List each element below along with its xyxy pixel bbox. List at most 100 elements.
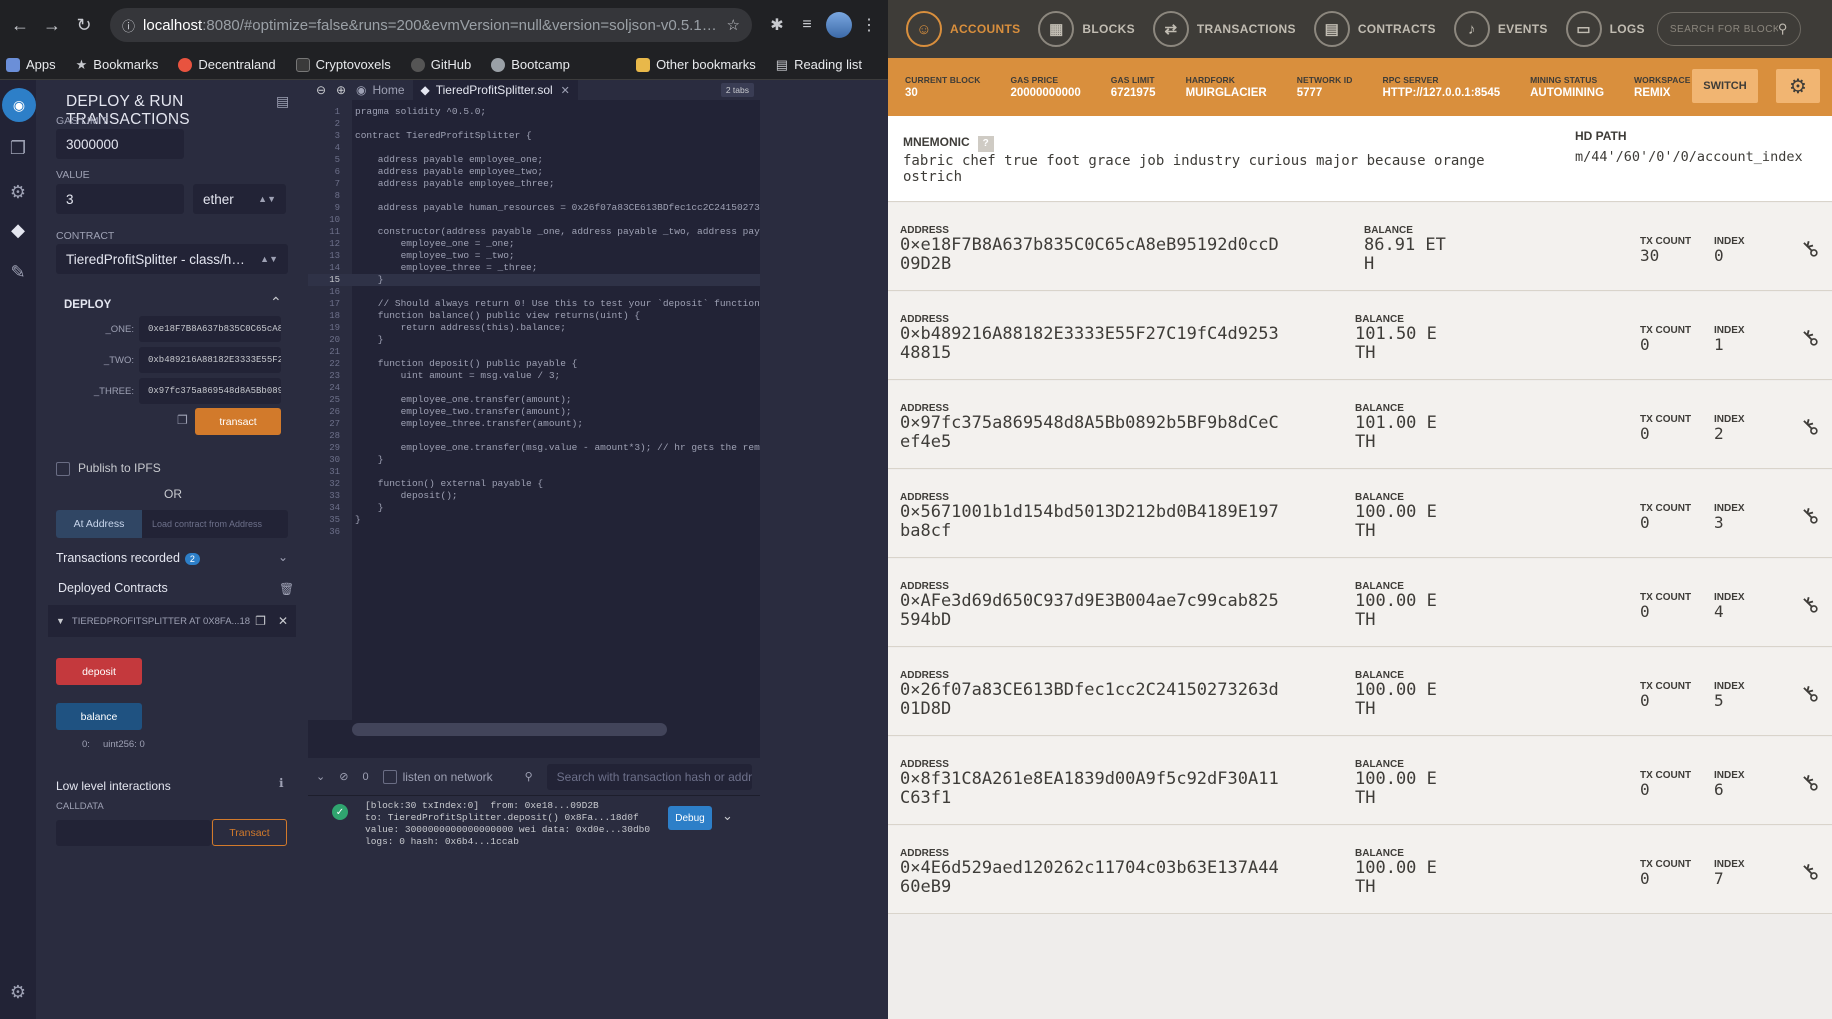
close-icon[interactable]: ✕ bbox=[278, 614, 288, 628]
nav-accounts[interactable]: ☺ ACCOUNTS bbox=[900, 0, 1032, 58]
settings-gear-icon[interactable]: ⚙ bbox=[1776, 69, 1820, 103]
expand-log-icon[interactable]: ⌄ bbox=[722, 808, 733, 824]
code-line[interactable]: 6 address payable employee_two; bbox=[308, 166, 760, 178]
file-explorer-icon[interactable]: ❐ bbox=[6, 136, 30, 160]
remix-logo-icon[interactable]: ◉ bbox=[2, 88, 36, 122]
trash-icon[interactable]: 🗑 bbox=[279, 582, 294, 596]
code-line[interactable]: 3 contract TieredProfitSplitter { bbox=[308, 130, 760, 142]
code-line[interactable]: 2 bbox=[308, 118, 760, 130]
gas-limit-input[interactable]: 3000000 bbox=[56, 129, 184, 159]
docs-icon[interactable]: ▤ bbox=[276, 93, 289, 110]
key-icon[interactable]: ⚷ bbox=[1795, 590, 1825, 620]
listen-network-checkbox[interactable] bbox=[382, 769, 397, 784]
load-contract-input[interactable]: Load contract from Address bbox=[142, 510, 288, 538]
tab-file[interactable]: ◆ TieredProfitSplitter.sol ✕ bbox=[412, 80, 578, 100]
copy-calldata-icon[interactable]: ❐ bbox=[177, 413, 188, 427]
code-line[interactable]: 19 return address(this).balance; bbox=[308, 322, 760, 334]
zoom-out-icon[interactable]: ⊖ bbox=[314, 83, 328, 97]
code-line[interactable]: 5 address payable employee_one; bbox=[308, 154, 760, 166]
key-icon[interactable]: ⚷ bbox=[1795, 768, 1825, 798]
nav-contracts[interactable]: ▤ CONTRACTS bbox=[1308, 0, 1448, 58]
deploy-section-header[interactable]: DEPLOY bbox=[64, 299, 111, 311]
deploy-run-icon[interactable]: ◆ bbox=[6, 218, 30, 242]
deposit-button[interactable]: deposit bbox=[56, 658, 142, 685]
code-line[interactable]: 20 } bbox=[308, 334, 760, 346]
close-tab-icon[interactable]: ✕ bbox=[561, 84, 570, 97]
code-line[interactable]: 4 bbox=[308, 142, 760, 154]
code-line[interactable]: 30 } bbox=[308, 454, 760, 466]
code-line[interactable]: 13 employee_two = _two; bbox=[308, 250, 760, 262]
transactions-recorded-header[interactable]: Transactions recorded 2 bbox=[56, 551, 200, 565]
value-input[interactable]: 3 bbox=[56, 184, 184, 214]
calldata-input[interactable] bbox=[56, 820, 211, 846]
bookmark-other[interactable]: Other bookmarks bbox=[636, 57, 756, 72]
debug-button[interactable]: Debug bbox=[668, 806, 712, 830]
key-icon[interactable]: ⚷ bbox=[1795, 412, 1825, 442]
code-line[interactable]: 33 deposit(); bbox=[308, 490, 760, 502]
key-icon[interactable]: ⚷ bbox=[1795, 234, 1825, 264]
bookmark-github[interactable]: GitHub bbox=[410, 57, 471, 72]
settings-gear-icon[interactable]: ⚙ bbox=[6, 980, 30, 1004]
code-line[interactable]: 26 employee_two.transfer(amount); bbox=[308, 406, 760, 418]
address-bar[interactable]: ⓘ localhost :8080/#optimize=false&runs=2… bbox=[110, 8, 752, 42]
horizontal-scrollbar[interactable] bbox=[352, 723, 667, 736]
code-line[interactable]: 7 address payable employee_three; bbox=[308, 178, 760, 190]
code-line[interactable]: 21 bbox=[308, 346, 760, 358]
terminal-search-input[interactable]: Search with transaction hash or address bbox=[546, 763, 752, 790]
arg-two-input[interactable]: 0xb489216A88182E3333E55F27C19fC4d9253488… bbox=[139, 347, 281, 373]
caret-down-icon[interactable]: ▼ bbox=[56, 616, 65, 626]
info-icon[interactable]: ⓘ bbox=[122, 16, 135, 35]
contract-select[interactable]: TieredProfitSplitter - class/hw#1/Tiered… bbox=[56, 244, 288, 274]
code-line[interactable]: 10 bbox=[308, 214, 760, 226]
code-line[interactable]: 12 employee_one = _one; bbox=[308, 238, 760, 250]
bookmark-bootcamp[interactable]: Bootcamp bbox=[491, 57, 570, 72]
star-icon[interactable]: ☆ bbox=[727, 16, 740, 34]
extensions-icon[interactable]: ✱ bbox=[764, 12, 790, 38]
help-icon[interactable]: ? bbox=[977, 136, 994, 152]
bookmark-bookmarks[interactable]: ★ Bookmarks bbox=[76, 57, 159, 73]
low-level-transact-button[interactable]: Transact bbox=[212, 819, 287, 846]
code-line[interactable]: 17 // Should always return 0! Use this t… bbox=[308, 298, 760, 310]
transact-button[interactable]: transact bbox=[195, 408, 281, 435]
code-line[interactable]: 27 employee_three.transfer(amount); bbox=[308, 418, 760, 430]
bookmark-reading-list[interactable]: ▤ Reading list bbox=[776, 57, 862, 73]
profile-avatar[interactable] bbox=[826, 12, 852, 38]
compiler-icon[interactable]: ⚙ bbox=[6, 180, 30, 204]
nav-blocks[interactable]: ▦ BLOCKS bbox=[1032, 0, 1146, 58]
key-icon[interactable]: ⚷ bbox=[1795, 857, 1825, 887]
clear-console-icon[interactable]: ⊘ bbox=[339, 770, 348, 783]
code-line[interactable]: 18 function balance() public view return… bbox=[308, 310, 760, 322]
value-unit-select[interactable]: ether ▲▼ bbox=[193, 184, 286, 214]
code-line[interactable]: 1 pragma solidity ^0.5.0; bbox=[308, 106, 760, 118]
contract-instance-header[interactable]: ▼ TIEREDPROFITSPLITTER AT 0X8FA...18 ❐ ✕ bbox=[48, 605, 296, 637]
chevron-down-icon[interactable]: ⌄ bbox=[278, 550, 288, 564]
code-line[interactable]: 24 bbox=[308, 382, 760, 394]
reload-icon[interactable]: ↻ bbox=[70, 11, 98, 39]
code-line[interactable]: 15 } bbox=[308, 274, 760, 286]
info-icon[interactable]: ℹ bbox=[279, 776, 284, 790]
nav-transactions[interactable]: ⇄ TRANSACTIONS bbox=[1147, 0, 1308, 58]
menu-kebab-icon[interactable]: ⋮ bbox=[856, 12, 882, 38]
code-line[interactable]: 23 uint amount = msg.value / 3; bbox=[308, 370, 760, 382]
code-line[interactable]: 36 bbox=[308, 526, 760, 538]
publish-ipfs-checkbox[interactable] bbox=[56, 462, 70, 476]
tabs-count-dropdown[interactable]: 2 tabs bbox=[720, 83, 754, 97]
at-address-button[interactable]: At Address bbox=[56, 510, 142, 538]
code-line[interactable]: 11 constructor(address payable _one, add… bbox=[308, 226, 760, 238]
copy-address-icon[interactable]: ❐ bbox=[255, 614, 266, 628]
code-line[interactable]: 16 bbox=[308, 286, 760, 298]
collapse-terminal-icon[interactable]: ⌄ bbox=[316, 770, 325, 783]
code-line[interactable]: 28 bbox=[308, 430, 760, 442]
nav-events[interactable]: ♪ EVENTS bbox=[1448, 0, 1560, 58]
code-line[interactable]: 14 employee_three = _three; bbox=[308, 262, 760, 274]
code-line[interactable]: 25 employee_one.transfer(amount); bbox=[308, 394, 760, 406]
forward-arrow-icon[interactable]: → bbox=[38, 11, 66, 39]
zoom-in-icon[interactable]: ⊕ bbox=[334, 83, 348, 97]
back-arrow-icon[interactable]: ← bbox=[6, 11, 34, 39]
code-line[interactable]: 9 address payable human_resources = 0x26… bbox=[308, 202, 760, 214]
media-icon[interactable]: ≡ bbox=[794, 12, 820, 38]
code-line[interactable]: 32 function() external payable { bbox=[308, 478, 760, 490]
switch-workspace-button[interactable]: SWITCH bbox=[1692, 69, 1758, 103]
collapse-caret-icon[interactable]: ⌃ bbox=[270, 294, 282, 311]
code-line[interactable]: 8 bbox=[308, 190, 760, 202]
